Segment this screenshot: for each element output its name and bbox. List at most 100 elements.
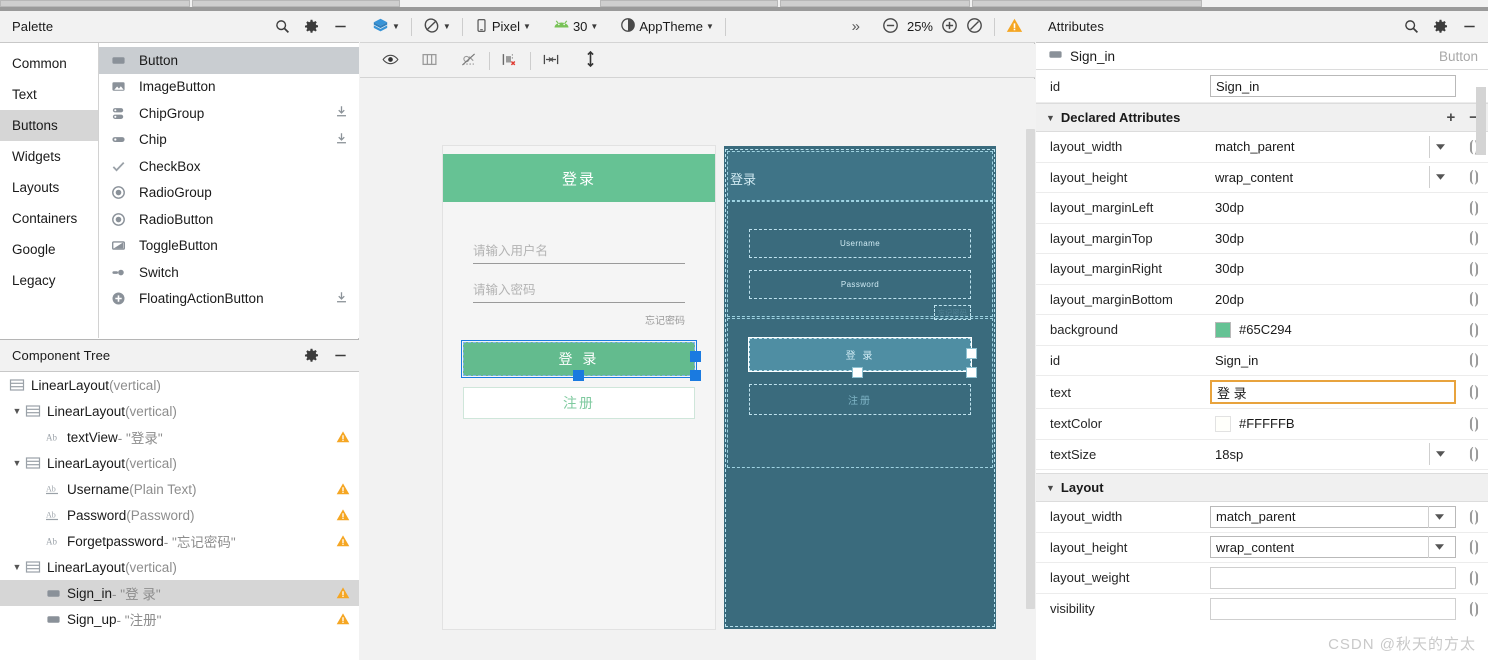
palette-item-togglebutton[interactable]: ToggleButton: [99, 233, 359, 260]
zoom-out-button[interactable]: [878, 15, 903, 39]
tree-row-linearlayout-2[interactable]: ▼ LinearLayout (vertical): [0, 450, 359, 476]
hide-constraints-button[interactable]: [456, 49, 482, 73]
attribute-value-input[interactable]: #FFFFFB: [1210, 413, 1456, 435]
attribute-marker[interactable]: ⦗⦘: [1460, 600, 1488, 618]
chevron-down-icon[interactable]: ▼: [706, 22, 714, 31]
chevron-down-icon[interactable]: [1428, 536, 1450, 559]
chevron-down-icon[interactable]: ▼: [523, 22, 531, 31]
palette-item-chip[interactable]: Chip: [99, 127, 359, 154]
minimize-icon[interactable]: [1461, 18, 1478, 35]
chevron-down-icon[interactable]: [1429, 135, 1451, 158]
chevron-down-icon[interactable]: ▼: [1046, 113, 1055, 123]
palette-category-text[interactable]: Text: [0, 79, 98, 110]
search-icon[interactable]: [274, 18, 291, 35]
chevron-down-icon[interactable]: [1429, 443, 1451, 466]
palette-category-google[interactable]: Google: [0, 234, 98, 265]
tree-row-sign-in[interactable]: Sign_in - "登 录": [0, 580, 359, 606]
warning-icon[interactable]: [335, 508, 351, 522]
tree-row-forgetpassword[interactable]: Ab Forgetpassword - "忘记密码": [0, 528, 359, 554]
blueprint-header-bar[interactable]: 登录: [727, 151, 993, 201]
resize-handle-bottom-right[interactable]: [690, 370, 701, 381]
palette-item-radiogroup[interactable]: RadioGroup: [99, 180, 359, 207]
palette-category-widgets[interactable]: Widgets: [0, 141, 98, 172]
declared-attributes-section-header[interactable]: ▼ Declared Attributes + −: [1036, 103, 1488, 132]
chevron-down-icon[interactable]: ▼: [590, 22, 598, 31]
clear-constraints-button[interactable]: [497, 49, 523, 73]
add-attribute-button[interactable]: +: [1446, 110, 1455, 125]
resize-handle-bottom[interactable]: [573, 370, 584, 381]
blueprint-username-box[interactable]: Username: [749, 229, 971, 258]
attribute-value-input[interactable]: 30dp: [1210, 227, 1456, 249]
design-preview[interactable]: 登录 请输入用户名 请输入密码 忘记密码 登 录 注册: [443, 146, 715, 629]
attribute-marker[interactable]: ⦗⦘: [1460, 383, 1488, 401]
palette-category-containers[interactable]: Containers: [0, 203, 98, 234]
blueprint-resize-handle-bottom-right[interactable]: [966, 367, 977, 378]
columns-button[interactable]: [417, 49, 442, 73]
attribute-value-input[interactable]: Sign_in: [1210, 349, 1456, 371]
tree-row-textview[interactable]: Ab textView - "登录": [0, 424, 359, 450]
attribute-marker[interactable]: ⦗⦘: [1460, 290, 1488, 308]
layout-section-header[interactable]: ▼ Layout: [1036, 473, 1488, 502]
attribute-marker[interactable]: ⦗⦘: [1460, 415, 1488, 433]
palette-item-radiobutton[interactable]: RadioButton: [99, 206, 359, 233]
minimize-icon[interactable]: [332, 347, 349, 364]
attribute-marker[interactable]: ⦗⦘: [1460, 351, 1488, 369]
chevron-down-icon[interactable]: [1428, 505, 1450, 528]
api-selector[interactable]: 30 ▼: [549, 16, 602, 37]
palette-item-button[interactable]: Button: [99, 47, 359, 74]
attribute-value-input[interactable]: wrap_content: [1210, 166, 1456, 189]
download-icon[interactable]: [335, 132, 349, 148]
align-vertical-button[interactable]: [578, 48, 603, 73]
tree-row-linearlayout-3[interactable]: ▼ LinearLayout (vertical): [0, 554, 359, 580]
align-horizontal-button[interactable]: [538, 49, 564, 73]
canvas-vertical-scrollbar[interactable]: [1026, 129, 1035, 609]
attribute-marker[interactable]: ⦗⦘: [1460, 260, 1488, 278]
zoom-in-button[interactable]: [937, 15, 962, 39]
palette-item-imagebutton[interactable]: ImageButton: [99, 74, 359, 101]
attribute-value-input[interactable]: 30dp: [1210, 258, 1456, 280]
attribute-marker[interactable]: ⦗⦘: [1460, 229, 1488, 247]
layout-height-input[interactable]: wrap_content: [1210, 536, 1456, 559]
attribute-marker[interactable]: ⦗⦘: [1460, 538, 1488, 556]
palette-category-buttons[interactable]: Buttons: [0, 110, 98, 141]
preview-username-field[interactable]: 请输入用户名: [473, 240, 685, 264]
id-input[interactable]: Sign_in: [1210, 75, 1456, 97]
attribute-marker[interactable]: ⦗⦘: [1460, 569, 1488, 587]
chevron-down-icon[interactable]: [1429, 166, 1451, 189]
chevron-down-icon[interactable]: ▼: [10, 562, 24, 572]
chevron-down-icon[interactable]: ▼: [443, 22, 451, 31]
gear-icon[interactable]: [303, 347, 320, 364]
attribute-value-input[interactable]: 18sp: [1210, 443, 1456, 466]
visibility-input[interactable]: [1210, 597, 1456, 620]
warning-icon[interactable]: [335, 482, 351, 496]
warning-icon[interactable]: [335, 430, 351, 444]
device-selector[interactable]: Pixel ▼: [470, 16, 535, 38]
design-canvas[interactable]: 登录 请输入用户名 请输入密码 忘记密码 登 录 注册 登录 Username …: [360, 79, 1035, 660]
blueprint-resize-handle-bottom[interactable]: [852, 367, 863, 378]
attribute-marker[interactable]: ⦗⦘: [1460, 508, 1488, 526]
chevron-down-icon[interactable]: ▼: [1046, 483, 1055, 493]
palette-item-checkbox[interactable]: CheckBox: [99, 153, 359, 180]
theme-selector[interactable]: AppTheme ▼: [616, 15, 718, 38]
attribute-marker[interactable]: ⦗⦘: [1460, 199, 1488, 217]
attributes-scrollbar[interactable]: [1476, 87, 1486, 155]
layout-weight-input[interactable]: [1210, 566, 1456, 589]
attribute-marker[interactable]: ⦗⦘: [1460, 168, 1488, 186]
palette-category-layouts[interactable]: Layouts: [0, 172, 98, 203]
blueprint-preview[interactable]: 登录 Username Password 忘记密码 登 录 注册: [724, 146, 996, 629]
attribute-marker[interactable]: ⦗⦘: [1460, 321, 1488, 339]
attribute-value-input[interactable]: match_parent: [1210, 135, 1456, 158]
layout-width-input[interactable]: match_parent: [1210, 505, 1456, 528]
toolbar-overflow-button[interactable]: »: [848, 16, 864, 37]
minimize-icon[interactable]: [332, 18, 349, 35]
orientation-button[interactable]: ▼: [419, 15, 455, 39]
attribute-value-input[interactable]: 30dp: [1210, 197, 1456, 219]
search-icon[interactable]: [1403, 18, 1420, 35]
warning-icon[interactable]: [335, 586, 351, 600]
tree-row-password[interactable]: Ab Password (Password): [0, 502, 359, 528]
blueprint-password-box[interactable]: Password: [749, 270, 971, 299]
attribute-value-input[interactable]: 20dp: [1210, 288, 1456, 310]
attribute-marker[interactable]: ⦗⦘: [1460, 445, 1488, 463]
preview-sign-up-button[interactable]: 注册: [463, 387, 695, 419]
blueprint-resize-handle-right[interactable]: [966, 348, 977, 359]
